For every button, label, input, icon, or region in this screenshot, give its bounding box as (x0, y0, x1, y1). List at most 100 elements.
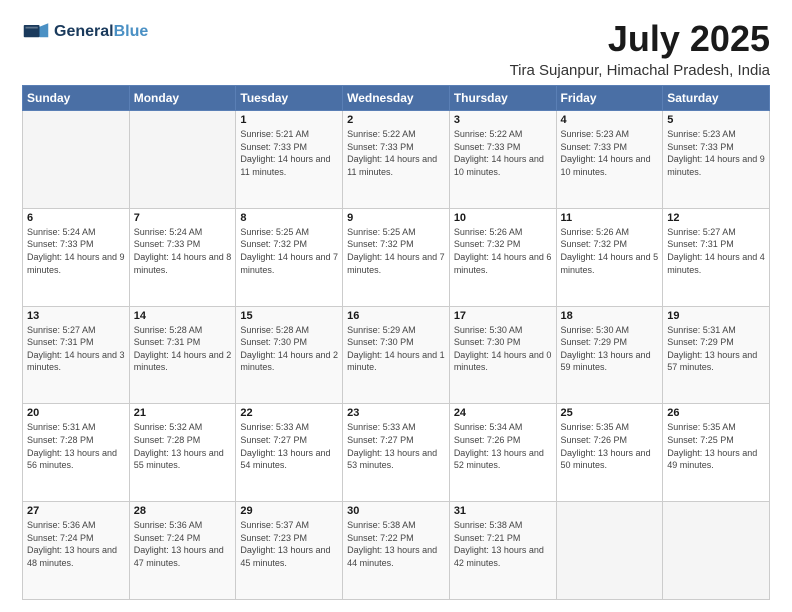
logo-icon (22, 18, 50, 46)
weekday-header-monday: Monday (129, 86, 236, 111)
calendar-cell (556, 502, 663, 600)
calendar-week-5: 27 Sunrise: 5:36 AMSunset: 7:24 PMDayligh… (23, 502, 770, 600)
day-number: 4 (561, 114, 659, 126)
calendar-week-3: 13Sunrise: 5:27 AMSunset: 7:31 PMDayligh… (23, 306, 770, 404)
day-info: Sunrise: 5:31 AMSunset: 7:28 PMDaylight:… (27, 421, 125, 471)
day-info: Sunrise: 5:36 AMSunset: 7:24 PMDaylight:… (27, 519, 125, 569)
day-number: 31 (454, 505, 552, 517)
calendar-cell: 3 Sunrise: 5:22 AMSunset: 7:33 PMDaylight… (449, 111, 556, 209)
weekday-header-friday: Friday (556, 86, 663, 111)
calendar-cell: 6 Sunrise: 5:24 AMSunset: 7:33 PMDaylight… (23, 208, 130, 306)
calendar-cell: 5Sunrise: 5:23 AMSunset: 7:33 PMDaylight… (663, 111, 770, 209)
day-info: Sunrise: 5:33 AMSunset: 7:27 PMDaylight:… (240, 421, 338, 471)
weekday-header-sunday: Sunday (23, 86, 130, 111)
day-info: Sunrise: 5:27 AMSunset: 7:31 PMDaylight:… (667, 226, 765, 276)
day-number: 21 (134, 407, 232, 419)
calendar-cell: 23 Sunrise: 5:33 AMSunset: 7:27 PMDayligh… (343, 404, 450, 502)
day-number: 27 (27, 505, 125, 517)
calendar-cell: 28 Sunrise: 5:36 AMSunset: 7:24 PMDayligh… (129, 502, 236, 600)
day-number: 16 (347, 310, 445, 322)
day-info: Sunrise: 5:25 AMSunset: 7:32 PMDaylight:… (347, 226, 445, 276)
calendar-cell: 29 Sunrise: 5:37 AMSunset: 7:23 PMDayligh… (236, 502, 343, 600)
calendar-table: SundayMondayTuesdayWednesdayThursdayFrid… (22, 85, 770, 600)
day-number: 22 (240, 407, 338, 419)
day-number: 12 (667, 212, 765, 224)
day-number: 2 (347, 114, 445, 126)
page: GeneralBlue July 2025 Tira Sujanpur, Him… (0, 0, 792, 612)
calendar-cell: 21 Sunrise: 5:32 AMSunset: 7:28 PMDayligh… (129, 404, 236, 502)
day-number: 7 (134, 212, 232, 224)
calendar-cell: 2Sunrise: 5:22 AMSunset: 7:33 PMDaylight… (343, 111, 450, 209)
weekday-header-row: SundayMondayTuesdayWednesdayThursdayFrid… (23, 86, 770, 111)
day-number: 20 (27, 407, 125, 419)
calendar-cell: 8 Sunrise: 5:25 AMSunset: 7:32 PMDaylight… (236, 208, 343, 306)
day-info: Sunrise: 5:28 AMSunset: 7:30 PMDaylight:… (240, 324, 338, 374)
calendar-cell: 20 Sunrise: 5:31 AMSunset: 7:28 PMDayligh… (23, 404, 130, 502)
day-info: Sunrise: 5:24 AMSunset: 7:33 PMDaylight:… (27, 226, 125, 276)
title-block: July 2025 Tira Sujanpur, Himachal Prades… (510, 18, 770, 79)
day-number: 1 (240, 114, 338, 126)
day-number: 23 (347, 407, 445, 419)
day-number: 6 (27, 212, 125, 224)
day-number: 8 (240, 212, 338, 224)
calendar-cell: 1 Sunrise: 5:21 AMSunset: 7:33 PMDaylight… (236, 111, 343, 209)
day-info: Sunrise: 5:37 AMSunset: 7:23 PMDaylight:… (240, 519, 338, 569)
day-number: 14 (134, 310, 232, 322)
day-info: Sunrise: 5:36 AMSunset: 7:24 PMDaylight:… (134, 519, 232, 569)
day-info: Sunrise: 5:23 AMSunset: 7:33 PMDaylight:… (667, 128, 765, 178)
logo: GeneralBlue (22, 18, 148, 46)
day-info: Sunrise: 5:31 AMSunset: 7:29 PMDaylight:… (667, 324, 765, 374)
day-number: 29 (240, 505, 338, 517)
calendar-cell (663, 502, 770, 600)
calendar-cell: 11 Sunrise: 5:26 AMSunset: 7:32 PMDayligh… (556, 208, 663, 306)
day-info: Sunrise: 5:35 AMSunset: 7:25 PMDaylight:… (667, 421, 765, 471)
calendar-cell (129, 111, 236, 209)
day-number: 25 (561, 407, 659, 419)
calendar-cell: 17 Sunrise: 5:30 AMSunset: 7:30 PMDayligh… (449, 306, 556, 404)
day-info: Sunrise: 5:28 AMSunset: 7:31 PMDaylight:… (134, 324, 232, 374)
day-info: Sunrise: 5:38 AMSunset: 7:22 PMDaylight:… (347, 519, 445, 569)
weekday-header-thursday: Thursday (449, 86, 556, 111)
day-number: 3 (454, 114, 552, 126)
weekday-header-tuesday: Tuesday (236, 86, 343, 111)
day-info: Sunrise: 5:22 AMSunset: 7:33 PMDaylight:… (454, 128, 552, 178)
day-number: 17 (454, 310, 552, 322)
location-title: Tira Sujanpur, Himachal Pradesh, India (510, 62, 770, 79)
day-number: 10 (454, 212, 552, 224)
day-info: Sunrise: 5:30 AMSunset: 7:29 PMDaylight:… (561, 324, 659, 374)
day-info: Sunrise: 5:30 AMSunset: 7:30 PMDaylight:… (454, 324, 552, 374)
day-info: Sunrise: 5:29 AMSunset: 7:30 PMDaylight:… (347, 324, 445, 374)
calendar-cell (23, 111, 130, 209)
day-info: Sunrise: 5:38 AMSunset: 7:21 PMDaylight:… (454, 519, 552, 569)
header: GeneralBlue July 2025 Tira Sujanpur, Him… (22, 18, 770, 79)
calendar-cell: 16 Sunrise: 5:29 AMSunset: 7:30 PMDayligh… (343, 306, 450, 404)
weekday-header-wednesday: Wednesday (343, 86, 450, 111)
day-number: 13 (27, 310, 125, 322)
day-info: Sunrise: 5:33 AMSunset: 7:27 PMDaylight:… (347, 421, 445, 471)
calendar-cell: 10 Sunrise: 5:26 AMSunset: 7:32 PMDayligh… (449, 208, 556, 306)
day-number: 9 (347, 212, 445, 224)
day-info: Sunrise: 5:32 AMSunset: 7:28 PMDaylight:… (134, 421, 232, 471)
calendar-cell: 14 Sunrise: 5:28 AMSunset: 7:31 PMDayligh… (129, 306, 236, 404)
calendar-week-2: 6 Sunrise: 5:24 AMSunset: 7:33 PMDaylight… (23, 208, 770, 306)
calendar-cell: 26 Sunrise: 5:35 AMSunset: 7:25 PMDayligh… (663, 404, 770, 502)
calendar-cell: 4Sunrise: 5:23 AMSunset: 7:33 PMDaylight… (556, 111, 663, 209)
day-number: 15 (240, 310, 338, 322)
month-title: July 2025 (510, 18, 770, 60)
day-info: Sunrise: 5:26 AMSunset: 7:32 PMDaylight:… (561, 226, 659, 276)
calendar-cell: 12 Sunrise: 5:27 AMSunset: 7:31 PMDayligh… (663, 208, 770, 306)
day-info: Sunrise: 5:26 AMSunset: 7:32 PMDaylight:… (454, 226, 552, 276)
day-number: 30 (347, 505, 445, 517)
day-info: Sunrise: 5:21 AMSunset: 7:33 PMDaylight:… (240, 128, 338, 178)
day-number: 11 (561, 212, 659, 224)
day-number: 19 (667, 310, 765, 322)
day-info: Sunrise: 5:34 AMSunset: 7:26 PMDaylight:… (454, 421, 552, 471)
day-number: 28 (134, 505, 232, 517)
day-info: Sunrise: 5:25 AMSunset: 7:32 PMDaylight:… (240, 226, 338, 276)
day-number: 26 (667, 407, 765, 419)
calendar-cell: 30 Sunrise: 5:38 AMSunset: 7:22 PMDayligh… (343, 502, 450, 600)
calendar-cell: 27 Sunrise: 5:36 AMSunset: 7:24 PMDayligh… (23, 502, 130, 600)
calendar-week-1: 1 Sunrise: 5:21 AMSunset: 7:33 PMDaylight… (23, 111, 770, 209)
day-number: 24 (454, 407, 552, 419)
day-info: Sunrise: 5:35 AMSunset: 7:26 PMDaylight:… (561, 421, 659, 471)
